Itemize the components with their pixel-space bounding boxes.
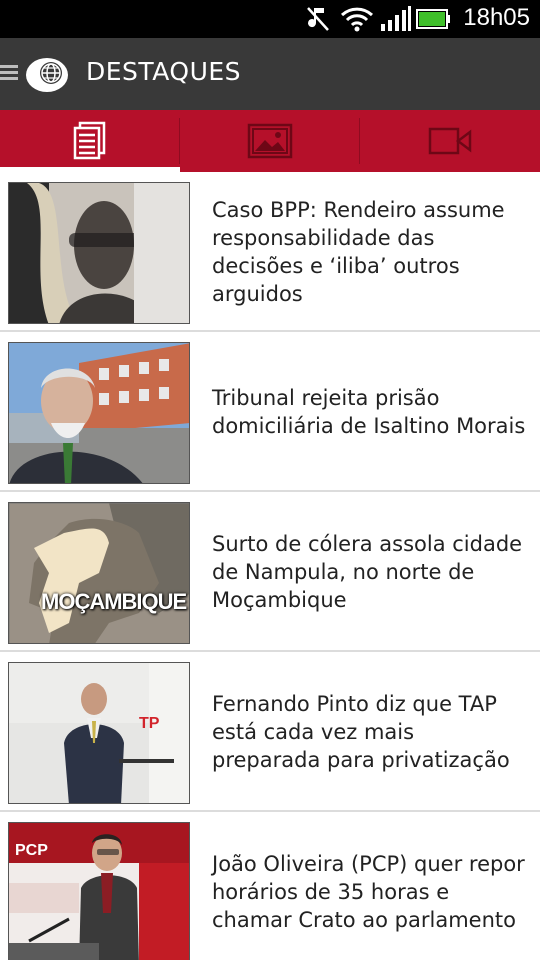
- article-thumbnail: TP: [8, 662, 190, 804]
- tab-bar: [0, 110, 540, 172]
- article-thumbnail: PCP: [8, 822, 190, 960]
- app-header: DESTAQUES: [0, 38, 540, 110]
- list-item[interactable]: Tribunal rejeita prisão domiciliária de …: [0, 332, 540, 492]
- list-item[interactable]: Caso BPP: Rendeiro assume responsabilida…: [0, 172, 540, 332]
- article-headline: Fernando Pinto diz que TAP está cada vez…: [212, 692, 510, 772]
- photo-icon: [247, 123, 293, 159]
- page-title: DESTAQUES: [86, 57, 242, 86]
- music-muted-icon: [307, 7, 329, 31]
- article-thumbnail: [8, 342, 190, 484]
- article-thumbnail: [8, 182, 190, 324]
- list-item[interactable]: TP Fernando Pinto diz que TAP está cada …: [0, 652, 540, 812]
- tap-logo-icon: TP: [139, 715, 160, 732]
- pcp-logo-icon: PCP: [15, 842, 48, 859]
- battery-icon: [416, 9, 450, 29]
- article-thumbnail: MOÇAMBIQUE: [8, 502, 190, 644]
- clock: 18h05: [463, 4, 530, 31]
- video-icon: [428, 127, 472, 155]
- menu-icon[interactable]: [0, 65, 18, 81]
- globe-logo-icon[interactable]: [24, 54, 70, 94]
- article-headline: João Oliveira (PCP) quer repor horários …: [212, 852, 525, 932]
- list-item[interactable]: PCP João Oliveira (PCP) quer repor horár…: [0, 812, 540, 960]
- tab-news[interactable]: [0, 110, 180, 172]
- wifi-icon: [340, 7, 374, 32]
- article-headline: Surto de cólera assola cidade de Nampula…: [212, 532, 523, 612]
- signal-icon: [381, 6, 411, 31]
- list-item[interactable]: MOÇAMBIQUE Surto de cólera assola cidade…: [0, 492, 540, 652]
- article-headline: Caso BPP: Rendeiro assume responsabilida…: [212, 198, 505, 306]
- tab-photos[interactable]: [180, 110, 360, 172]
- status-bar: 18h05: [0, 0, 540, 38]
- article-headline: Tribunal rejeita prisão domiciliária de …: [212, 386, 526, 438]
- article-list: Caso BPP: Rendeiro assume responsabilida…: [0, 172, 540, 960]
- map-caption: MOÇAMBIQUE: [41, 589, 187, 614]
- tab-videos[interactable]: [360, 110, 540, 172]
- news-icon: [73, 121, 106, 160]
